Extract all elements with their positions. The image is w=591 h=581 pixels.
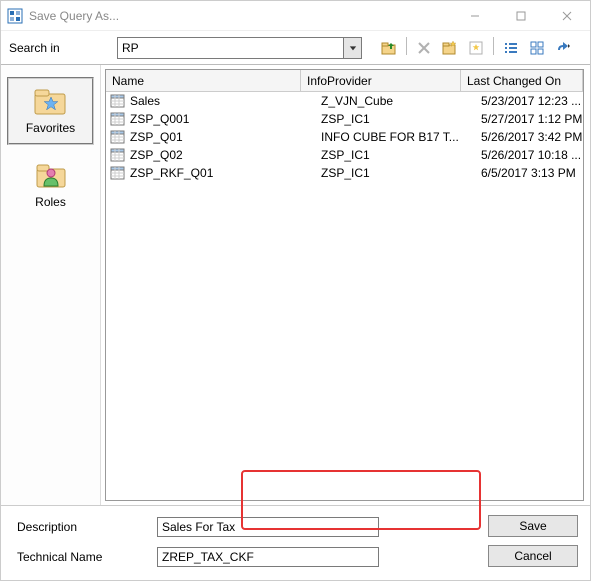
chevron-down-icon[interactable] [343,38,361,58]
file-list: Name InfoProvider Last Changed On SalesZ… [105,69,584,501]
cell-date: 6/5/2017 3:13 PM [481,166,583,180]
col-infoprovider[interactable]: InfoProvider [301,70,461,91]
query-icon [110,129,126,145]
table-row[interactable]: ZSP_Q01INFO CUBE FOR B17 T...5/26/2017 3… [106,128,583,146]
new-folder-icon[interactable] [439,37,461,59]
query-icon [110,93,126,109]
details-view-icon[interactable] [526,37,548,59]
cell-name: ZSP_Q02 [130,148,321,162]
separator [406,37,407,55]
cell-name: ZSP_Q01 [130,130,321,144]
cell-date: 5/27/2017 1:12 PM [481,112,583,126]
query-icon [110,111,126,127]
column-headers: Name InfoProvider Last Changed On [106,70,583,92]
folder-up-icon[interactable] [378,37,400,59]
cell-date: 5/26/2017 10:18 ... [481,148,583,162]
cell-info: Z_VJN_Cube [321,94,481,108]
delete-icon[interactable] [413,37,435,59]
cell-name: ZSP_RKF_Q01 [130,166,321,180]
sidebar-item-label: Favorites [26,121,75,135]
sidebar-item-roles[interactable]: Roles [1,153,100,221]
cancel-button[interactable]: Cancel [488,545,578,567]
cell-name: Sales [130,94,321,108]
list-view-icon[interactable] [500,37,522,59]
favorites-folder-icon [33,85,69,117]
col-name[interactable]: Name [106,70,301,91]
sidebar-item-label: Roles [35,195,66,209]
dialog-body: Favorites Roles Name InfoProvider Last C… [1,65,590,505]
query-icon [110,165,126,181]
tools-icon[interactable] [552,37,574,59]
title-bar: Save Query As... [1,1,590,31]
search-in-value: RP [122,41,139,55]
description-label: Description [17,520,157,534]
cell-info: INFO CUBE FOR B17 T... [321,130,481,144]
save-button[interactable]: Save [488,515,578,537]
cell-date: 5/23/2017 12:23 ... [481,94,583,108]
favorites-icon[interactable] [465,37,487,59]
search-in-label: Search in [9,41,109,55]
col-lastchanged[interactable]: Last Changed On [461,70,583,91]
search-in-combo[interactable]: RP [117,37,362,59]
table-row[interactable]: SalesZ_VJN_Cube5/23/2017 12:23 ... [106,92,583,110]
cell-info: ZSP_IC1 [321,112,481,126]
table-row[interactable]: ZSP_Q02ZSP_IC15/26/2017 10:18 ... [106,146,583,164]
toolbar: Search in RP [1,31,590,65]
cell-info: ZSP_IC1 [321,148,481,162]
sidebar: Favorites Roles [1,65,101,505]
separator [493,37,494,55]
description-input[interactable] [157,517,379,537]
table-row[interactable]: ZSP_RKF_Q01ZSP_IC16/5/2017 3:13 PM [106,164,583,182]
roles-icon [33,159,69,191]
cell-date: 5/26/2017 3:42 PM [481,130,583,144]
cell-info: ZSP_IC1 [321,166,481,180]
minimize-button[interactable] [452,1,498,31]
window-title: Save Query As... [29,9,452,23]
table-row[interactable]: ZSP_Q001ZSP_IC15/27/2017 1:12 PM [106,110,583,128]
form-area: Description Technical Name Save Cancel [1,505,590,578]
technical-name-input[interactable] [157,547,379,567]
maximize-button[interactable] [498,1,544,31]
sidebar-item-favorites[interactable]: Favorites [7,77,94,145]
close-button[interactable] [544,1,590,31]
cell-name: ZSP_Q001 [130,112,321,126]
app-icon [7,8,23,24]
query-icon [110,147,126,163]
technical-name-label: Technical Name [17,550,157,564]
